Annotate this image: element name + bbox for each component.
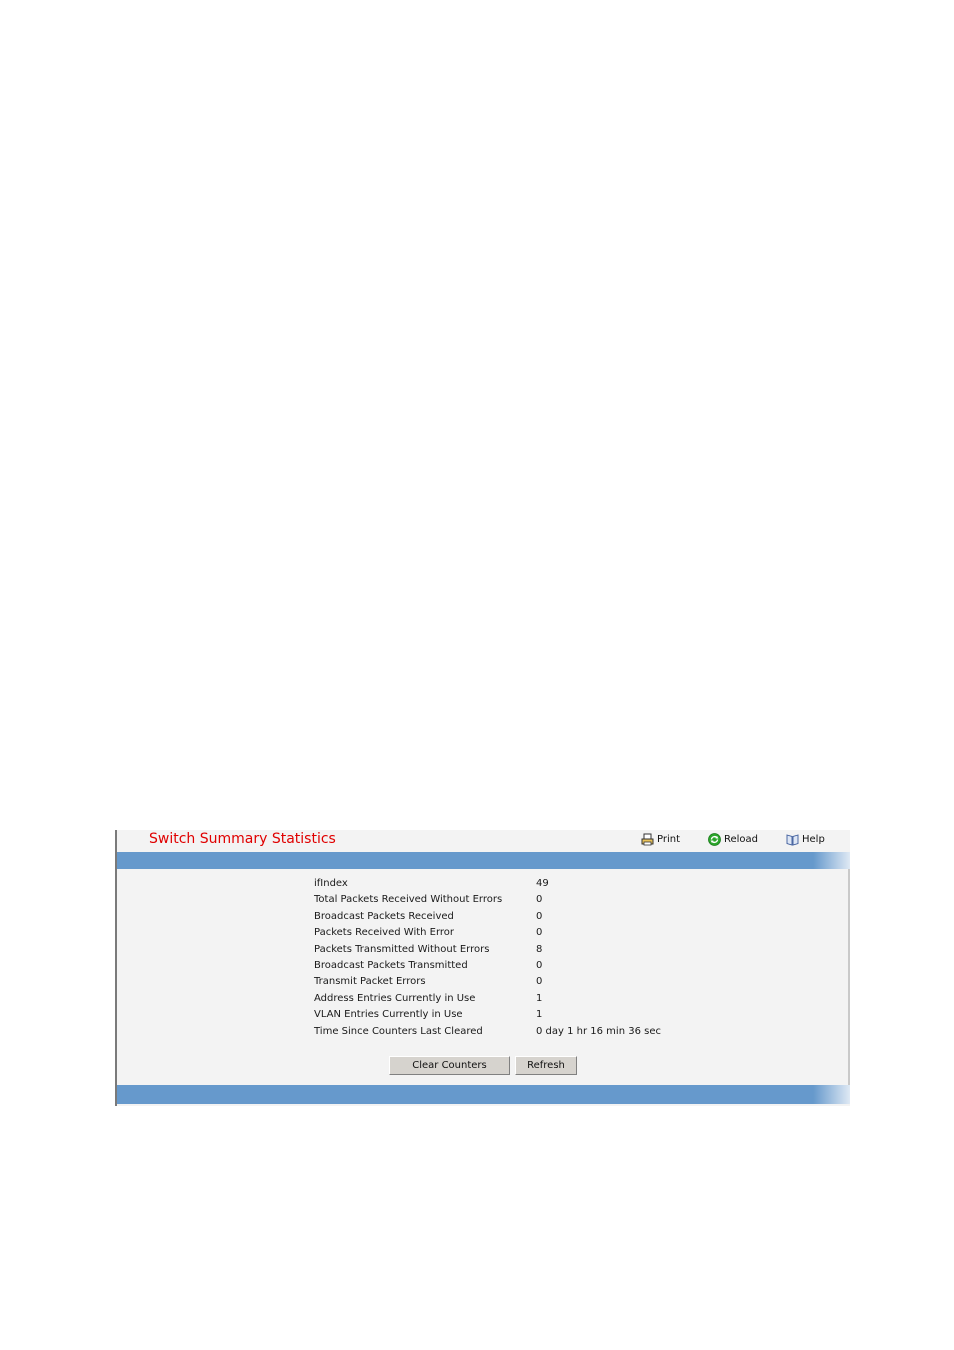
header-band	[117, 852, 850, 869]
stat-value: 0	[536, 959, 543, 971]
stat-label: Time Since Counters Last Cleared	[314, 1025, 483, 1037]
stat-label: VLAN Entries Currently in Use	[314, 1009, 463, 1021]
reload-link[interactable]: Reload	[708, 833, 758, 846]
stat-label: Transmit Packet Errors	[314, 976, 426, 988]
stat-label: Broadcast Packets Transmitted	[314, 959, 468, 971]
stat-value: 8	[536, 943, 543, 955]
help-link[interactable]: Help	[786, 833, 825, 846]
stat-value: 0	[536, 927, 543, 939]
stat-label: Total Packets Received Without Errors	[314, 894, 503, 906]
stat-row-broadcast-transmitted: Broadcast Packets Transmitted 0	[314, 960, 661, 976]
print-link[interactable]: Print	[641, 833, 680, 846]
print-label: Print	[657, 834, 681, 845]
stat-row-received-with-error: Packets Received With Error 0	[314, 927, 661, 943]
stat-value: 1	[536, 1009, 543, 1021]
reload-icon	[708, 833, 721, 846]
action-buttons: Clear Counters Refresh	[389, 1056, 577, 1075]
stat-value: 0 day 1 hr 16 min 36 sec	[536, 1025, 661, 1037]
stat-label: Packets Transmitted Without Errors	[314, 943, 490, 955]
statistics-table: ifIndex 49 Total Packets Received Withou…	[314, 878, 661, 1042]
stat-value: 0	[536, 910, 543, 922]
footer-band	[117, 1085, 850, 1104]
stat-value: 1	[536, 992, 543, 1004]
stat-label: Packets Received With Error	[314, 927, 455, 939]
stat-row-total-packets-received: Total Packets Received Without Errors 0	[314, 894, 661, 910]
stat-label: Address Entries Currently in Use	[314, 992, 476, 1004]
clear-counters-button[interactable]: Clear Counters	[389, 1056, 510, 1075]
stat-row-broadcast-received: Broadcast Packets Received 0	[314, 911, 661, 927]
panel-right-border	[848, 869, 850, 1085]
printer-icon	[641, 833, 654, 846]
page-title: Switch Summary Statistics	[149, 831, 336, 847]
help-label: Help	[802, 834, 825, 845]
refresh-button[interactable]: Refresh	[515, 1056, 577, 1075]
stat-row-time-since-cleared: Time Since Counters Last Cleared 0 day 1…	[314, 1026, 661, 1042]
help-book-icon	[786, 834, 799, 846]
stat-row-vlan-entries: VLAN Entries Currently in Use 1	[314, 1009, 661, 1025]
stat-row-ifindex: ifIndex 49	[314, 878, 661, 894]
stat-value: 0	[536, 894, 543, 906]
stat-label: ifIndex	[314, 878, 348, 889]
stat-value: 0	[536, 976, 543, 988]
stat-row-transmitted-without-errors: Packets Transmitted Without Errors 8	[314, 944, 661, 960]
stat-row-transmit-errors: Transmit Packet Errors 0	[314, 976, 661, 992]
stat-row-address-entries: Address Entries Currently in Use 1	[314, 993, 661, 1009]
stat-value: 49	[536, 878, 549, 889]
stat-label: Broadcast Packets Received	[314, 910, 454, 922]
switch-summary-panel: Switch Summary Statistics Print Reload H…	[115, 830, 850, 1106]
panel-header: Switch Summary Statistics Print Reload H…	[117, 830, 850, 852]
reload-label: Reload	[724, 834, 759, 845]
